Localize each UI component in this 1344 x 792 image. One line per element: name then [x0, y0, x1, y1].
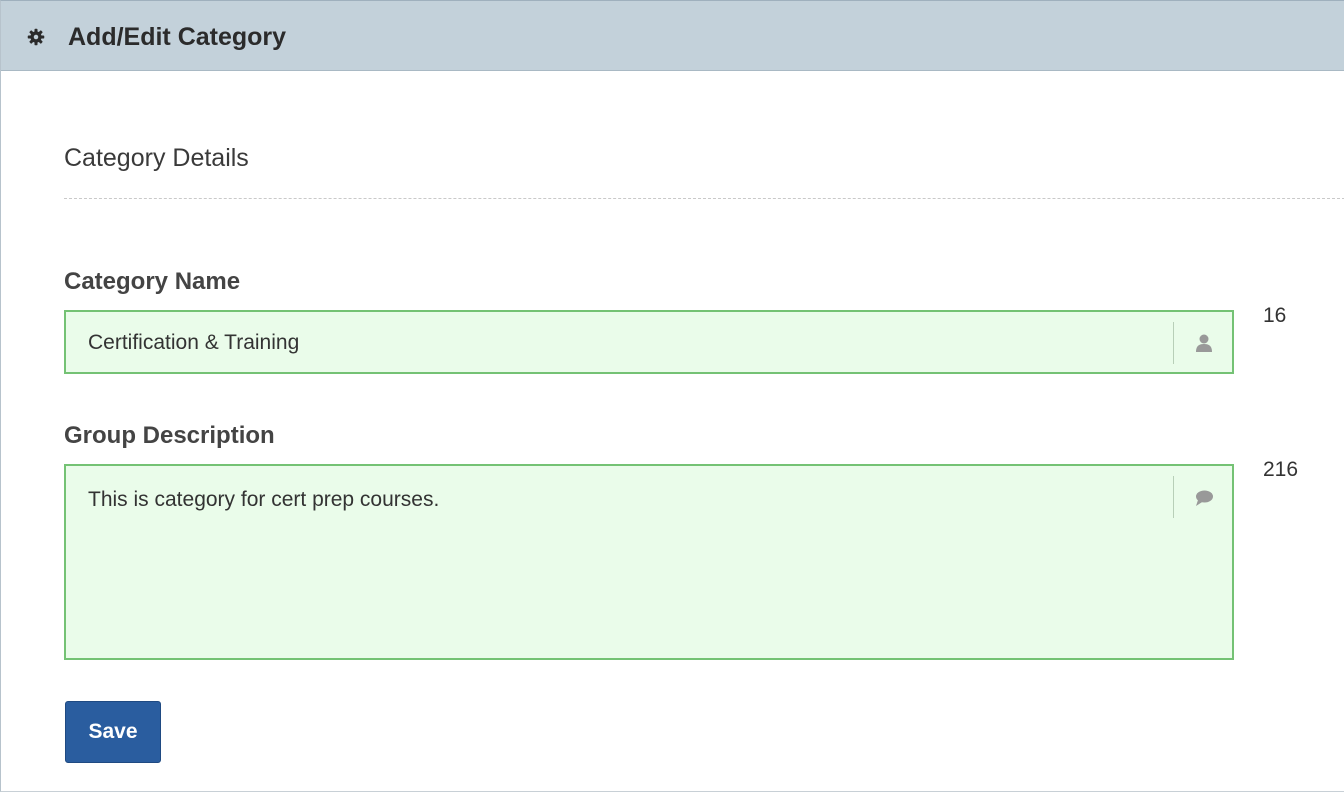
textarea-addon-divider	[1173, 476, 1174, 518]
category-name-char-counter: 16	[1263, 304, 1287, 327]
section-title: Category Details	[64, 144, 249, 172]
comment-icon	[1196, 490, 1213, 506]
add-edit-category-panel: Add/Edit Category Category Details Categ…	[0, 0, 1344, 792]
user-icon	[1196, 334, 1212, 352]
panel-title: Add/Edit Category	[68, 23, 287, 51]
group-description-char-counter: 216	[1263, 458, 1299, 481]
group-description-label: Group Description	[64, 422, 275, 449]
input-addon-divider	[1173, 322, 1174, 364]
category-name-value[interactable]: Certification & Training	[88, 329, 299, 357]
category-name-input[interactable]: Certification & Training	[64, 310, 1234, 374]
gear-icon	[27, 28, 45, 46]
group-description-textarea[interactable]: This is category for cert prep courses.	[64, 464, 1234, 660]
category-name-label: Category Name	[64, 268, 241, 295]
section-divider	[64, 198, 1344, 199]
group-description-value[interactable]: This is category for cert prep courses.	[88, 486, 439, 514]
save-button[interactable]: Save	[65, 701, 161, 763]
panel-header: Add/Edit Category	[1, 1, 1344, 71]
